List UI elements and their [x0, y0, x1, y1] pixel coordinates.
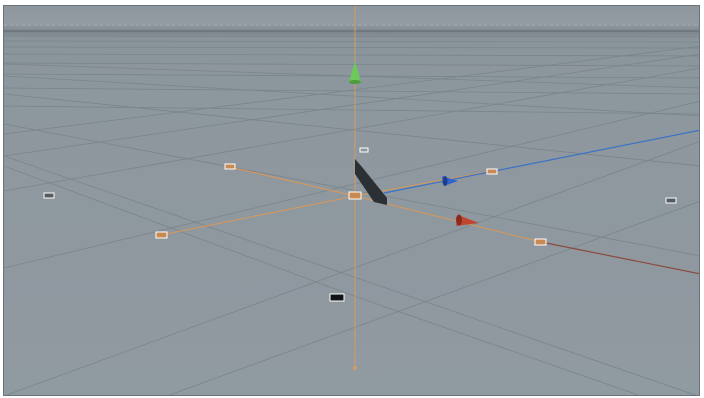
handle-point[interactable] — [43, 192, 55, 199]
y-axis-origin-marker — [353, 366, 357, 370]
handle-point[interactable] — [155, 231, 168, 239]
handle-point[interactable] — [534, 238, 547, 246]
handle-point[interactable] — [486, 168, 498, 175]
handle-point[interactable] — [665, 197, 677, 204]
handle-point[interactable] — [224, 163, 236, 170]
handle-point[interactable] — [329, 293, 345, 302]
red-cone-icon[interactable] — [456, 214, 479, 227]
handle-point[interactable] — [359, 147, 369, 153]
horizon — [4, 24, 699, 32]
ground-grid — [4, 35, 699, 395]
viewport-canvas[interactable] — [4, 6, 700, 396]
3d-viewport[interactable] — [3, 5, 700, 396]
world-axes — [160, 6, 699, 369]
handle-point[interactable] — [348, 191, 362, 200]
